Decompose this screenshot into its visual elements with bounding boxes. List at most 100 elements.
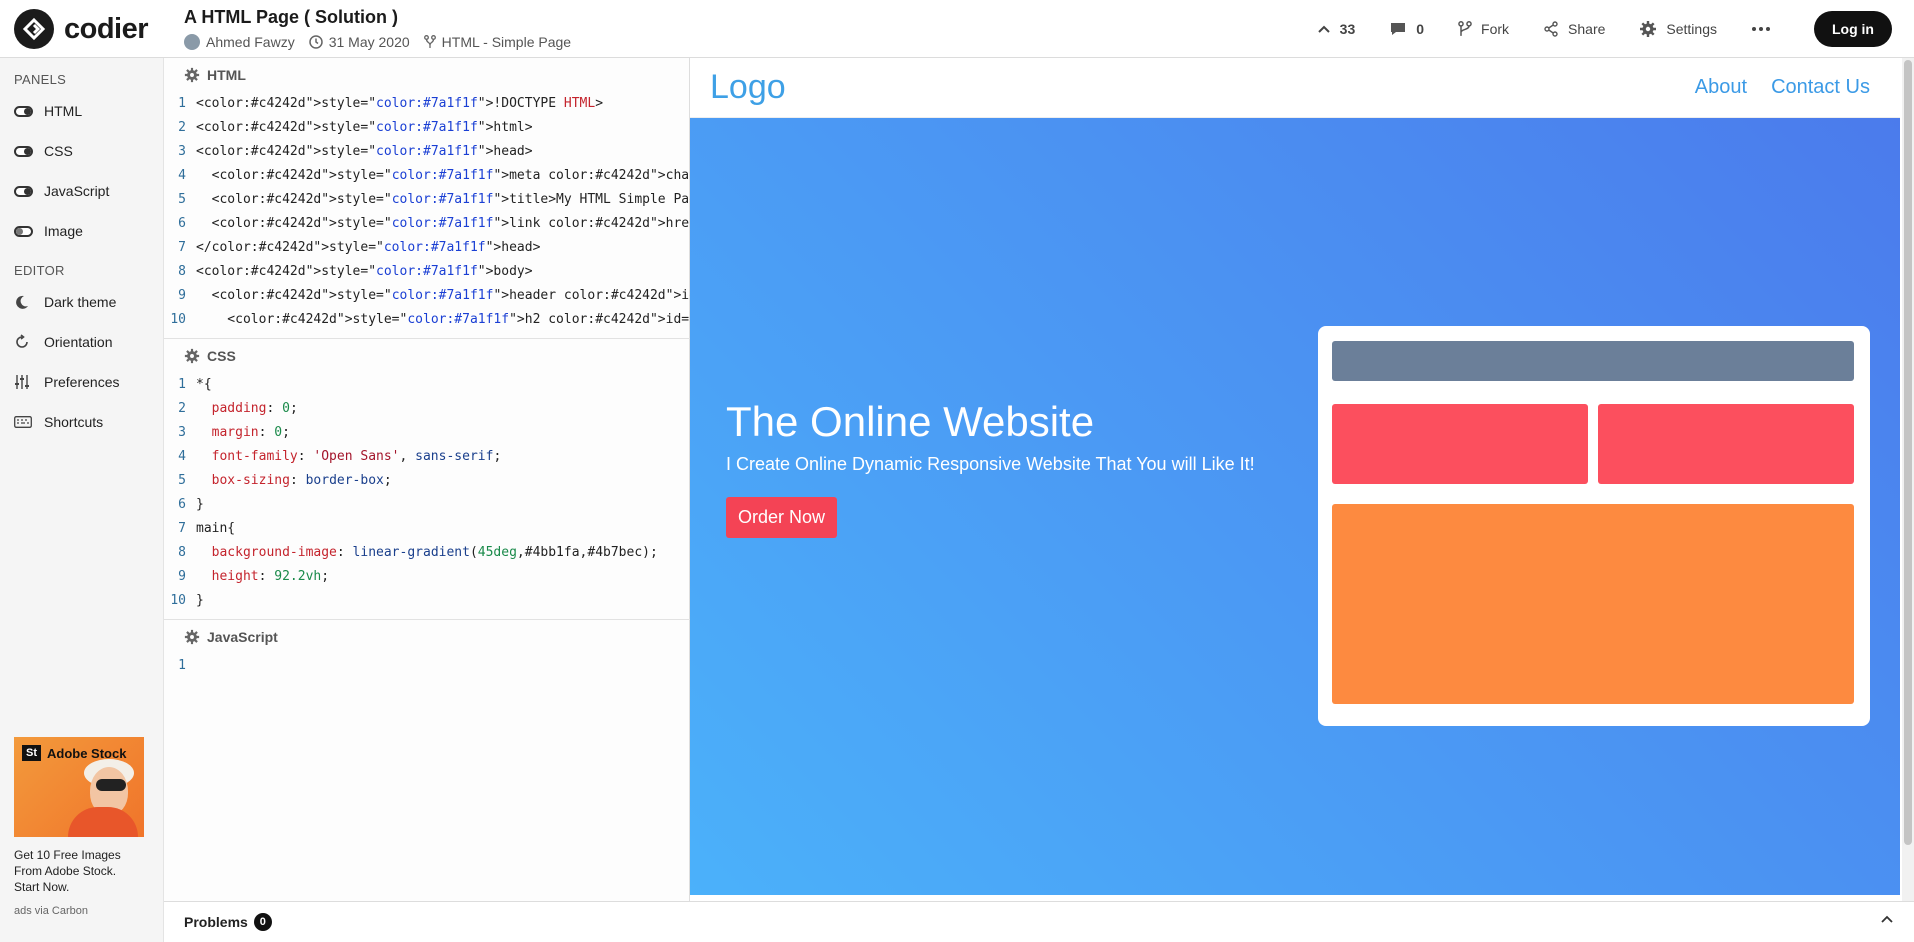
author[interactable]: Ahmed Fawzy [184,34,295,50]
code-line[interactable]: 1 [164,654,690,678]
css-code-editor[interactable]: 1 *{2 padding: 0; 3 margin: 0; 4 font-famil… [164,373,690,613]
codier-app: codier A HTML Page ( Solution ) Ahmed Fa… [0,0,1914,942]
panel-label: Image [44,223,83,239]
app-name: codier [64,12,149,45]
ad-image[interactable]: St Adobe Stock [14,737,144,837]
comment-icon [1391,23,1406,35]
project-title: A HTML Page ( Solution ) [184,7,398,27]
code-line[interactable]: 2 <color:#c4242d">style="color:#7a1f1f">h… [164,116,690,140]
share-button[interactable]: Share [1543,21,1605,37]
code-line[interactable]: 5 <color:#c4242d">style="color:#7a1f1f">… [164,188,690,212]
mockup-header-block [1332,341,1854,381]
code-line[interactable]: 4 <color:#c4242d">style="color:#7a1f1f">… [164,164,690,188]
toolbar-actions: 33 0 Fork Share Settings Log in [1317,0,1914,58]
code-line[interactable]: 8 background-image: linear-gradient(45de… [164,541,690,565]
forked-from[interactable]: HTML - Simple Page [423,34,571,50]
preview-nav: About Contact Us [1671,76,1870,99]
code-text: } [196,593,204,608]
scrollbar-thumb[interactable] [1904,60,1912,845]
editor-area: HTML 1 <color:#c4242d">style="color:#7a1f… [164,58,690,901]
css-panel-header[interactable]: CSS [164,339,690,373]
line-number: 10 [170,593,186,608]
login-button[interactable]: Log in [1814,11,1892,47]
code-line[interactable]: 6 <color:#c4242d">style="color:#7a1f1f">… [164,212,690,236]
more-icon [1752,27,1770,31]
nav-contact-link[interactable]: Contact Us [1771,76,1870,99]
code-line[interactable]: 9 <color:#c4242d">style="color:#7a1f1f">… [164,284,690,308]
line-number: 7 [178,521,186,536]
problems-bar[interactable]: Problems 0 [164,901,1914,942]
line-number: 8 [178,545,186,560]
sidebar-item-orientation[interactable]: Orientation [0,322,163,362]
clock-icon [308,35,323,49]
panel-toggle-image[interactable]: Image [0,211,163,251]
more-button[interactable] [1751,26,1780,32]
panel-toggle-css[interactable]: CSS [0,131,163,171]
panel-label: CSS [44,143,73,159]
html-code-editor[interactable]: 1 <color:#c4242d">style="color:#7a1f1f">!… [164,92,690,332]
preview-main: The Online Website I Create Online Dynam… [690,118,1900,895]
ad-via[interactable]: ads via Carbon [14,905,144,917]
code-line[interactable]: 10 <color:#c4242d">style="color:#7a1f1f"… [164,308,690,332]
code-text: main{ [196,521,236,536]
order-now-button[interactable]: Order Now [726,497,838,538]
gear-icon [184,629,200,645]
codier-logo-icon [14,9,54,49]
line-number: 4 [178,449,186,464]
project-info: A HTML Page ( Solution ) Ahmed Fawzy 31 … [184,6,585,50]
code-line[interactable]: 4 font-family: 'Open Sans', sans-serif; [164,445,690,469]
code-line[interactable]: 2 padding: 0; [164,397,690,421]
code-line[interactable]: 7 </color:#c4242d">style="color:#7a1f1f">… [164,236,690,260]
code-text: <color:#c4242d">style="color:#7a1f1f">ht… [196,120,533,135]
carbon-ad[interactable]: St Adobe Stock Get 10 Free Images From Ad… [14,737,144,917]
code-line[interactable]: 1 *{ [164,373,690,397]
gear-icon [184,348,200,364]
code-text: <color:#c4242d">style="color:#7a1f1f">li… [196,216,690,231]
settings-button[interactable]: Settings [1639,20,1717,38]
code-line[interactable]: 7 main{ [164,517,690,541]
date: 31 May 2020 [308,34,410,50]
js-panel: JavaScript 1 [164,620,690,901]
fork-icon [423,35,436,48]
ad-text[interactable]: Get 10 Free Images From Adobe Stock. Sta… [14,847,144,895]
brand[interactable]: codier [14,9,149,49]
avatar [184,34,200,50]
upvote-button[interactable]: 33 [1317,21,1355,37]
chevron-up-icon [1317,25,1330,33]
code-text: <color:#c4242d">style="color:#7a1f1f">h2… [196,312,690,327]
comments-button[interactable]: 0 [1389,21,1424,37]
html-panel-header[interactable]: HTML [164,58,690,92]
chevron-up-icon[interactable] [1880,914,1894,924]
line-number: 9 [178,288,186,303]
mockup-red-block [1598,404,1854,484]
code-text: box-sizing: border-box; [211,473,392,488]
fork-button[interactable]: Fork [1458,21,1509,37]
sidebar-item-shortcuts[interactable]: Shortcuts [0,402,163,442]
code-line[interactable]: 6} [164,493,690,517]
code-line[interactable]: 9 height: 92.2vh; [164,565,690,589]
code-line[interactable]: 5 box-sizing: border-box; [164,469,690,493]
sidebar-item-dark-theme[interactable]: Dark theme [0,282,163,322]
line-number: 6 [178,216,186,231]
nav-about-link[interactable]: About [1695,76,1747,99]
code-line[interactable]: 3 <color:#c4242d">style="color:#7a1f1f">h… [164,140,690,164]
line-number: 3 [178,144,186,159]
css-panel: CSS 1 *{2 padding: 0; 3 margin: 0; 4 font-f… [164,339,690,620]
comments-count: 0 [1416,21,1425,37]
panels-section-title: PANELS [14,72,67,87]
code-line[interactable]: 8 <color:#c4242d">style="color:#7a1f1f">b… [164,260,690,284]
js-code-editor[interactable]: 1 [164,654,690,678]
panel-toggle-javascript[interactable]: JavaScript [0,171,163,211]
code-line[interactable]: 3 margin: 0; [164,421,690,445]
fork-label: Fork [1481,21,1510,37]
code-line[interactable]: 1 <color:#c4242d">style="color:#7a1f1f">!… [164,92,690,116]
code-line[interactable]: 10} [164,589,690,613]
line-number: 2 [178,401,186,416]
preview-scrollbar[interactable] [1902,58,1914,901]
sidebar-item-preferences[interactable]: Preferences [0,362,163,402]
js-panel-header[interactable]: JavaScript [164,620,690,654]
line-number: 1 [178,658,186,673]
panel-toggle-html[interactable]: HTML [0,91,163,131]
code-text: <color:#c4242d">style="color:#7a1f1f">bo… [196,264,533,279]
sidebar-item-label: Dark theme [44,294,117,310]
